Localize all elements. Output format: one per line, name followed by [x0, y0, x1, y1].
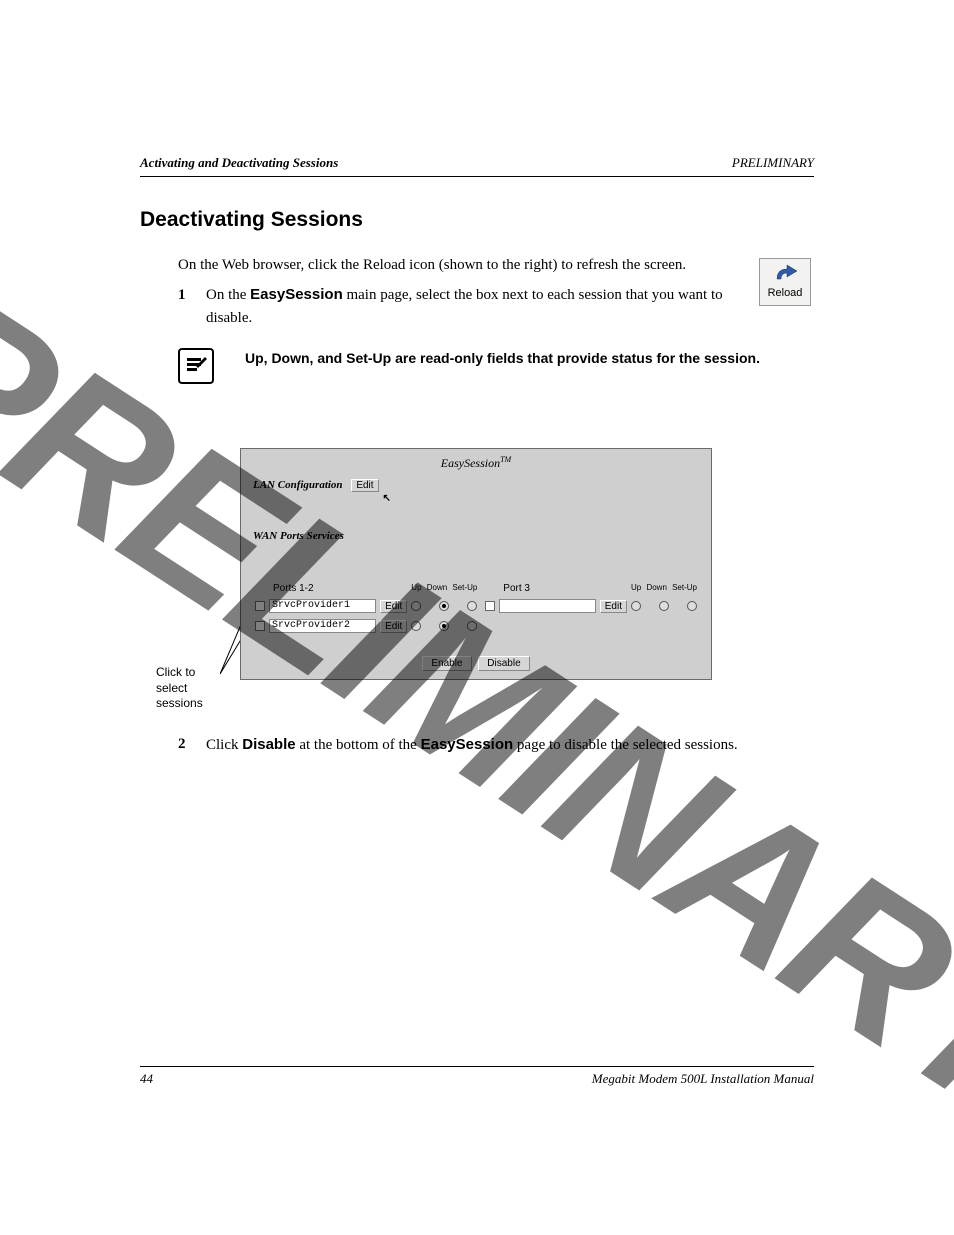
col-down-label: Down — [427, 583, 447, 594]
running-header-left: Activating and Deactivating Sessions — [140, 155, 338, 171]
col-setup-label-2: Set-Up — [672, 583, 697, 594]
step-2-b2: EasySession — [421, 736, 514, 753]
port-3-up-radio — [631, 601, 641, 611]
watermark-text: PRELIMINARY — [0, 248, 954, 1159]
col-up-label-2: Up — [631, 583, 641, 594]
step-2-b1: Disable — [242, 736, 295, 753]
col-up-label: Up — [411, 583, 421, 594]
panel-title: EasySessionTM — [241, 449, 711, 475]
port-3-setup-radio — [687, 601, 697, 611]
provider-2-edit-button[interactable]: Edit — [380, 620, 407, 633]
provider-1-down-radio — [439, 601, 449, 611]
lan-configuration-row: LAN Configuration Edit ↖ — [241, 475, 711, 492]
step-1-number: 1 — [178, 284, 186, 307]
running-header-right: PRELIMINARY — [732, 155, 814, 171]
enable-button[interactable]: Enable — [422, 656, 471, 671]
step-1-bold: EasySession — [250, 286, 343, 303]
port-3-name-input[interactable] — [499, 599, 595, 613]
provider-row-2: SrvcProvider2 Edit — [255, 618, 477, 634]
note-pencil-icon — [178, 348, 214, 384]
lan-configuration-label: LAN Configuration — [253, 479, 343, 491]
manual-title: Megabit Modem 500L Installation Manual — [592, 1071, 814, 1087]
step-2: 2 Click Disable at the bottom of the Eas… — [178, 736, 814, 754]
reload-arrow-icon — [771, 261, 799, 285]
cursor-pointer-icon: ↖ — [383, 493, 391, 504]
provider-2-down-radio — [439, 621, 449, 631]
provider-2-checkbox[interactable] — [255, 621, 265, 631]
provider-1-checkbox[interactable] — [255, 601, 265, 611]
port-3-checkbox[interactable] — [485, 601, 495, 611]
reload-label: Reload — [768, 287, 803, 299]
intro-text: On the Web browser, click the Reload ico… — [178, 255, 764, 276]
ports-1-2-column: Ports 1-2 Up Down Set-Up SrvcProvider1 E… — [251, 583, 481, 638]
step-2-t2: at the bottom of the — [296, 737, 421, 753]
easysession-screenshot-panel: EasySessionTM LAN Configuration Edit ↖ W… — [240, 448, 712, 680]
port-3-down-radio — [659, 601, 669, 611]
step-2-t1: Click — [206, 737, 242, 753]
step-2-t3: page to disable the selected sessions. — [513, 737, 738, 753]
provider-2-up-radio — [411, 621, 421, 631]
port-3-column: Port 3 Up Down Set-Up Edit — [481, 583, 701, 638]
footer-rule — [140, 1066, 814, 1067]
panel-title-tm: TM — [500, 455, 511, 464]
port-3-edit-button[interactable]: Edit — [600, 600, 627, 613]
wan-ports-services-label: WAN Ports Services — [241, 492, 711, 542]
callout-text: Click to select sessions — [156, 665, 221, 712]
provider-1-edit-button[interactable]: Edit — [380, 600, 407, 613]
ports-1-2-label: Ports 1-2 — [255, 583, 411, 594]
step-1-text-a: On the — [206, 287, 250, 303]
step-2-number: 2 — [178, 736, 186, 753]
panel-title-main: EasySession — [441, 456, 500, 470]
step-1: 1 On the EasySession main page, select t… — [178, 284, 764, 329]
lan-edit-button[interactable]: Edit — [351, 479, 378, 492]
section-heading: Deactivating Sessions — [140, 208, 363, 232]
page-number: 44 — [140, 1071, 153, 1087]
header-rule — [140, 176, 814, 177]
reload-icon-box: Reload — [759, 258, 811, 306]
col-down-label-2: Down — [646, 583, 666, 594]
provider-row-1: SrvcProvider1 Edit — [255, 598, 477, 614]
provider-1-name-input[interactable]: SrvcProvider1 — [269, 599, 376, 613]
col-setup-label: Set-Up — [452, 583, 477, 594]
provider-2-name-input[interactable]: SrvcProvider2 — [269, 619, 376, 633]
port-3-label: Port 3 — [485, 583, 631, 594]
provider-1-up-radio — [411, 601, 421, 611]
note-text: Up, Down, and Set-Up are read-only field… — [245, 350, 794, 366]
provider-1-setup-radio — [467, 601, 477, 611]
port-3-row: Edit — [485, 598, 697, 614]
provider-2-setup-radio — [467, 621, 477, 631]
disable-button[interactable]: Disable — [478, 656, 529, 671]
